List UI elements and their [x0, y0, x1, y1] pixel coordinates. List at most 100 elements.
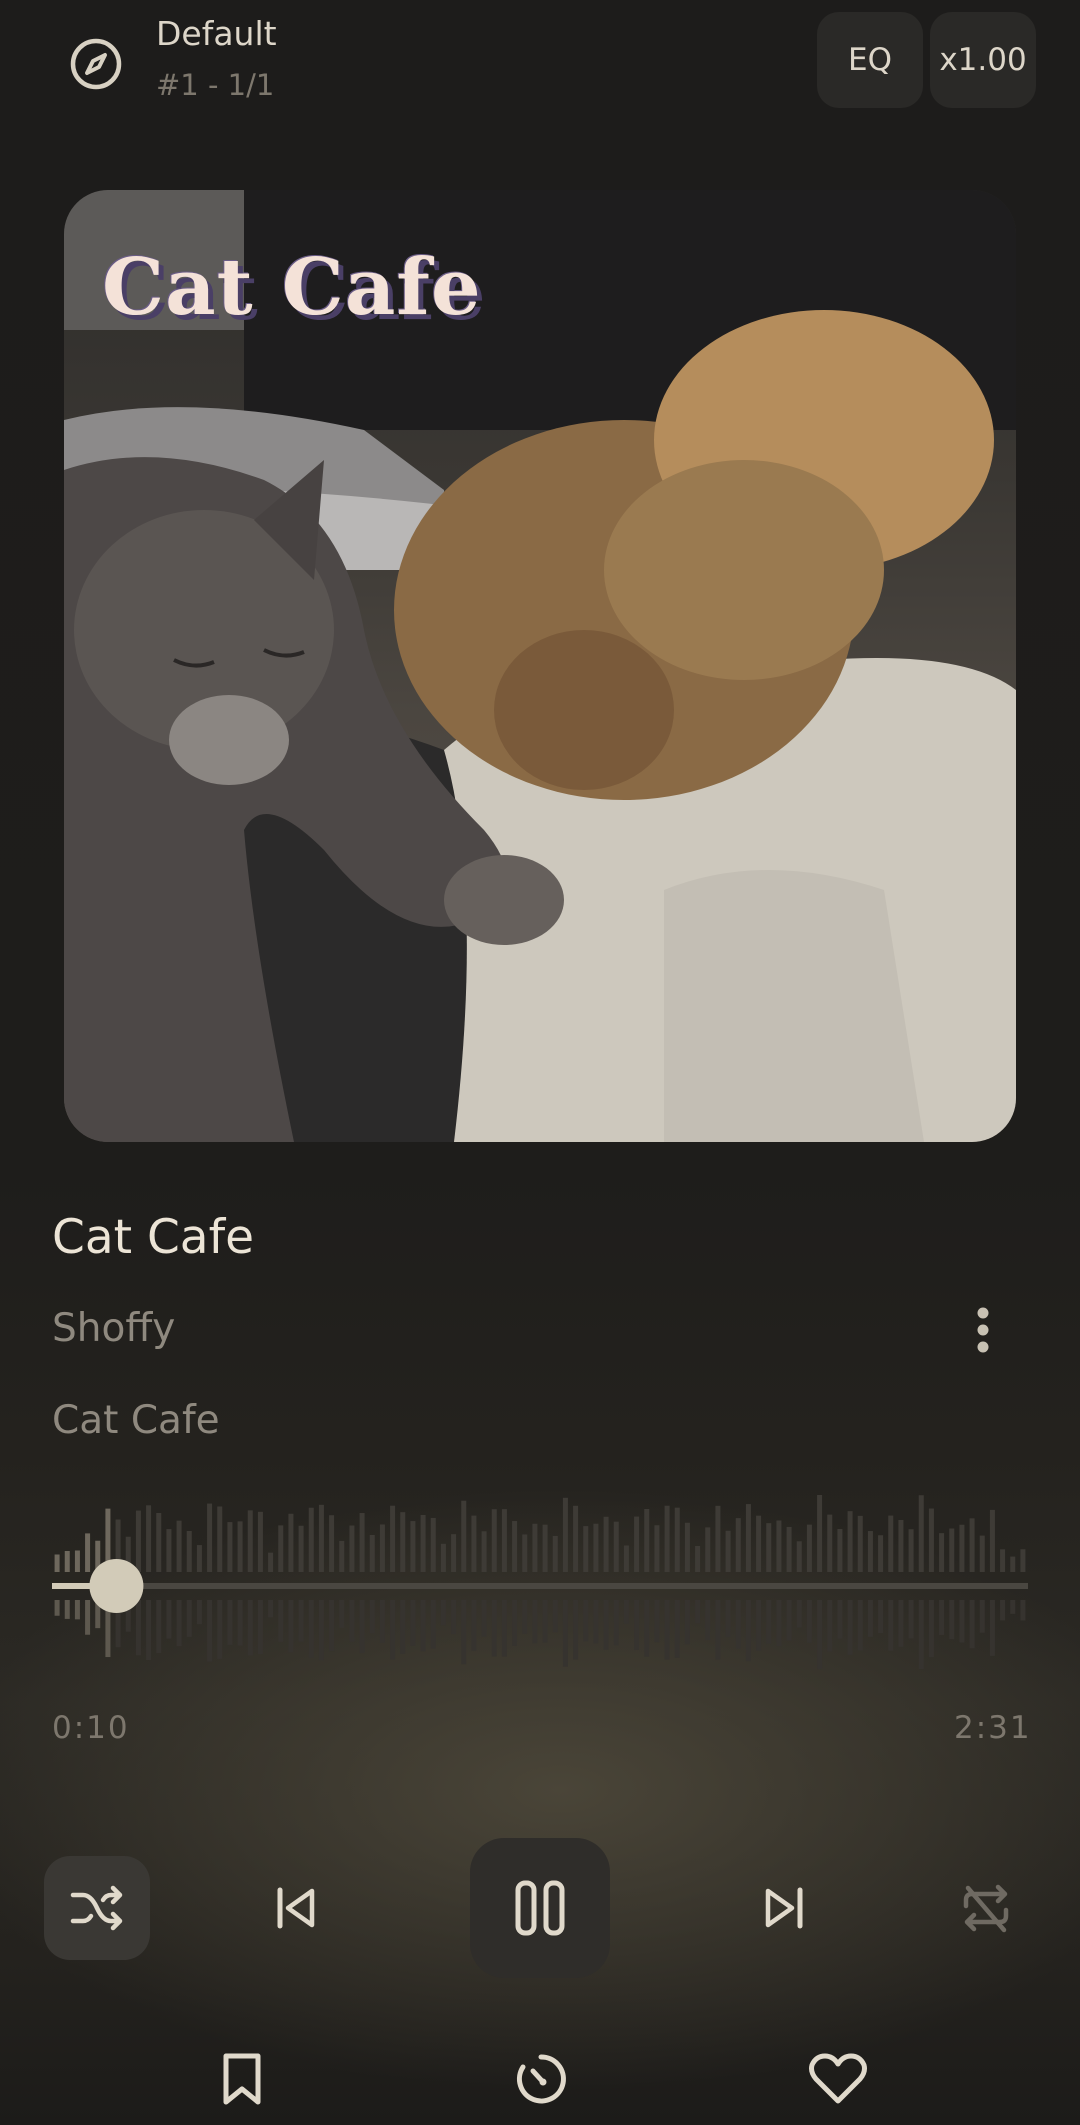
more-options-button[interactable] [960, 1300, 1006, 1360]
waveform-bar [867, 1531, 873, 1572]
waveform-bar [695, 1600, 701, 1624]
waveform-bar [227, 1522, 233, 1572]
waveform-bar [634, 1600, 640, 1650]
waveform-bar [135, 1510, 141, 1572]
waveform-bar [888, 1515, 894, 1572]
sleep-timer-button[interactable] [506, 2044, 576, 2114]
waveform-bar [359, 1600, 365, 1654]
seek-bar[interactable] [49, 1488, 1031, 1688]
waveform-bar [237, 1521, 243, 1572]
waveform-bar [481, 1531, 487, 1572]
waveform-bar [837, 1528, 843, 1572]
waveform-bar [430, 1600, 436, 1649]
favorite-button[interactable] [800, 2044, 876, 2114]
sleep-timer-icon [516, 2054, 566, 2104]
waveform-bar [257, 1511, 263, 1572]
waveform-bar [85, 1600, 91, 1635]
waveform-bar [430, 1517, 436, 1572]
waveform-bar [54, 1600, 60, 1616]
waveform-bar [928, 1508, 934, 1572]
waveform-bar [186, 1600, 192, 1637]
waveform-bar [501, 1600, 507, 1657]
waveform-bar [1010, 1556, 1016, 1572]
waveform-bar [908, 1529, 914, 1572]
waveform-bar [339, 1600, 345, 1628]
waveform-bar [207, 1600, 213, 1662]
waveform-bar [735, 1518, 741, 1572]
waveform-bar [674, 1600, 680, 1658]
artwork-title-text: Cat Cafe [102, 242, 482, 333]
waveform-bar [857, 1515, 863, 1572]
waveform-bar [440, 1600, 446, 1626]
waveform-bar [745, 1600, 751, 1662]
track-album[interactable]: Cat Cafe [52, 1398, 220, 1443]
compass-button[interactable] [62, 30, 130, 98]
track-title: Cat Cafe [52, 1210, 255, 1265]
waveform-bar [1020, 1600, 1026, 1621]
waveform-bar [644, 1508, 650, 1572]
waveform-bar [359, 1513, 365, 1572]
waveform-bar [329, 1600, 335, 1652]
waveform-bar [583, 1526, 589, 1572]
waveform-bar [776, 1520, 782, 1572]
waveform-bar [756, 1600, 762, 1651]
waveform-bar [64, 1550, 70, 1572]
waveform-bar [593, 1523, 599, 1572]
skip-next-icon [765, 1887, 803, 1929]
track-artist[interactable]: Shoffy [52, 1306, 175, 1351]
eq-button[interactable]: EQ [817, 12, 923, 108]
waveform-bar [898, 1519, 904, 1572]
waveform-bar [878, 1535, 884, 1572]
waveform-bar [949, 1600, 955, 1640]
waveform-bar [623, 1600, 629, 1624]
waveform-bar [247, 1510, 253, 1572]
waveform-bar [684, 1600, 690, 1645]
waveform-bar [532, 1600, 538, 1644]
waveform-bar [400, 1512, 406, 1572]
bookmark-button[interactable] [212, 2044, 272, 2114]
waveform-bar [390, 1505, 396, 1572]
queue-name[interactable]: Default [156, 14, 277, 53]
waveform-bar [440, 1543, 446, 1572]
waveform-bar [318, 1504, 324, 1572]
waveform-bar [593, 1600, 599, 1644]
waveform-bar [817, 1600, 823, 1670]
waveform-bar [542, 1524, 548, 1572]
waveform-bar [705, 1600, 711, 1641]
waveform-bar [369, 1600, 375, 1634]
waveform-bar [512, 1521, 518, 1572]
next-button[interactable] [738, 1868, 830, 1948]
waveform-bar [959, 1600, 965, 1643]
waveform-bar [522, 1600, 528, 1634]
shuffle-button[interactable] [44, 1856, 150, 1960]
waveform-bar [166, 1600, 172, 1639]
waveform-bar [85, 1533, 91, 1572]
waveform-bar [664, 1600, 670, 1660]
waveform-bar [684, 1522, 690, 1572]
waveform-bar [298, 1600, 304, 1642]
repeat-button[interactable] [940, 1864, 1032, 1952]
waveform-bar [308, 1600, 314, 1658]
waveform-bar [939, 1533, 945, 1572]
waveform-bar [288, 1600, 294, 1653]
waveform-bar [888, 1600, 894, 1651]
waveform-bar [217, 1506, 223, 1572]
waveform-bar [74, 1600, 80, 1620]
waveform-bar [979, 1535, 985, 1572]
waveform-bar [847, 1600, 853, 1655]
speed-button[interactable]: x1.00 [930, 12, 1036, 108]
waveform-bar [512, 1600, 518, 1646]
waveform-bar [166, 1529, 172, 1572]
compass-icon [70, 38, 122, 90]
waveform-bar [623, 1545, 629, 1572]
waveform-bar [379, 1524, 385, 1572]
album-artwork[interactable]: Cat Cafe [64, 190, 1016, 1142]
waveform-bar [766, 1523, 772, 1572]
previous-button[interactable] [250, 1868, 342, 1948]
waveform-bar [583, 1600, 589, 1642]
pause-icon [515, 1880, 565, 1936]
waveform-bar [989, 1600, 995, 1656]
waveform-bar [491, 1509, 497, 1572]
seek-thumb[interactable] [89, 1559, 144, 1613]
play-pause-button[interactable] [470, 1838, 610, 1978]
